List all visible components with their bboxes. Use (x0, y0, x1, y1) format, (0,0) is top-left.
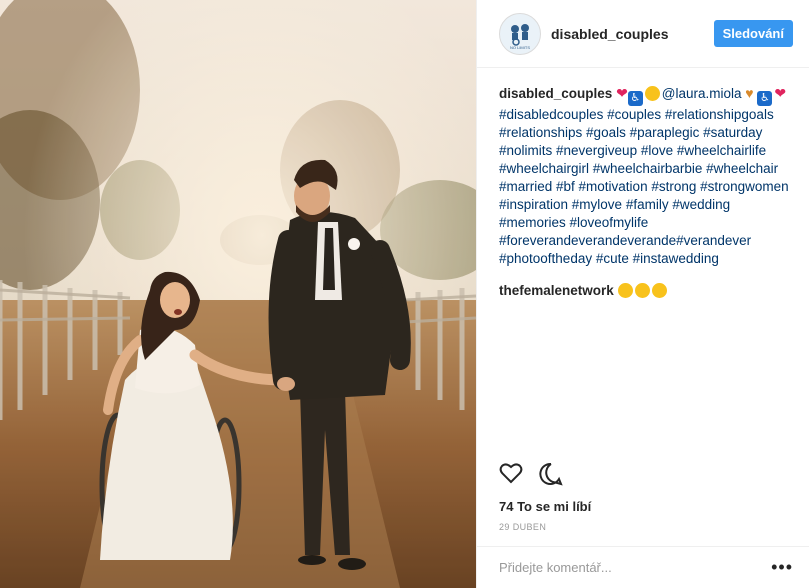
caption-comment: disabled_couples ❤ ♿ @laura.miola ♥ ♿ ❤ #di… (499, 84, 793, 268)
comment-input[interactable] (499, 560, 772, 575)
heart-emoji-icon: ❤ (774, 85, 787, 101)
avatar-logo-text: NO LIMITS (510, 45, 530, 50)
post-sidebar: NO LIMITS disabled_couples Sledování dis… (476, 0, 809, 588)
follow-button[interactable]: Sledování (713, 20, 793, 47)
likes-count[interactable]: 74 To se mi líbí (499, 499, 591, 514)
post-date: 29 DUBEN (499, 522, 547, 532)
post-header: NO LIMITS disabled_couples Sledování (477, 0, 809, 68)
caption-hashtags[interactable]: #disabledcouples #couples #relationshipg… (499, 107, 789, 266)
action-bar (499, 462, 563, 486)
wedding-photo (0, 0, 476, 588)
profile-avatar[interactable]: NO LIMITS (499, 12, 541, 55)
wheelchair-icon: ♿ (757, 91, 773, 106)
no-limits-logo-icon: NO LIMITS (510, 23, 530, 50)
heart-eyes-emoji-icon (644, 86, 660, 101)
reply-comment: thefemalenetwork (499, 282, 793, 300)
couple-emoji-icon: ♥ (745, 85, 754, 101)
caption-mention[interactable]: @laura.miola (662, 86, 742, 101)
caption-author[interactable]: disabled_couples (499, 86, 612, 101)
post-photo[interactable] (0, 0, 476, 588)
heart-icon[interactable] (499, 462, 523, 484)
more-options-icon[interactable]: ••• (771, 557, 793, 578)
grinning-emoji-icon (617, 283, 633, 298)
wheelchair-icon: ♿ (627, 91, 643, 106)
header-username[interactable]: disabled_couples (551, 26, 714, 42)
post-container: NO LIMITS disabled_couples Sledování dis… (0, 0, 809, 588)
thumbs-up-emoji-icon (651, 283, 667, 298)
heart-emoji-icon: ❤ (616, 85, 628, 101)
comment-icon[interactable] (539, 462, 563, 486)
reply-author[interactable]: thefemalenetwork (499, 283, 614, 298)
add-comment-bar: ••• (477, 546, 809, 588)
comments-section: disabled_couples ❤ ♿ @laura.miola ♥ ♿ ❤ #di… (477, 68, 809, 456)
grinning-emoji-icon (634, 283, 650, 298)
